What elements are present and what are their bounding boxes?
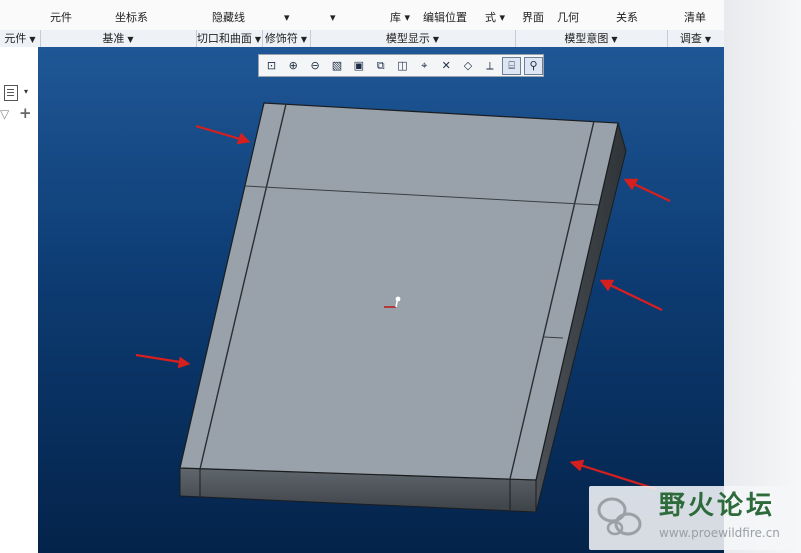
group-label: 模型意图 xyxy=(564,32,609,45)
zoom-in-icon[interactable]: ⊕ xyxy=(284,57,303,75)
group-label: 元件 xyxy=(4,32,27,45)
ribbon-group-bar: 元件 ▼ 基准 ▼ 切口和曲面 ▼ 修饰符 ▼ 模型显示 ▼ 模型意图 ▼ 调查 ▼ xyxy=(0,30,724,48)
forum-watermark: 野火论坛 www.proewildfire.cn xyxy=(589,486,795,550)
ribbon-item[interactable]: 关系 xyxy=(616,12,638,24)
ribbon-item[interactable]: 编辑位置 xyxy=(423,12,467,24)
ribbon-item[interactable]: 清单 xyxy=(684,12,706,24)
chevron-down-icon: ▼ xyxy=(29,35,36,44)
datum-plane-icon[interactable]: ◇ xyxy=(459,57,478,75)
chevron-down-icon: ▼ xyxy=(432,35,440,44)
refit-icon[interactable]: ⊡ xyxy=(262,57,281,75)
arrow-top-left xyxy=(195,124,251,145)
spin-center-icon[interactable]: ⚲ xyxy=(524,56,543,75)
zoom-out-icon[interactable]: ⊖ xyxy=(306,57,325,75)
datum-display-icon[interactable]: ⌖ xyxy=(415,57,434,75)
ribbon-item[interactable]: 坐标系 xyxy=(115,12,148,24)
ribbon-item[interactable]: 几何 xyxy=(557,12,579,24)
arrow-top-right xyxy=(623,178,671,202)
csys-origin xyxy=(395,296,401,302)
group-label: 切口和曲面 xyxy=(196,32,252,45)
group-label: 模型显示 xyxy=(385,32,430,45)
filter-icon[interactable]: ▽ xyxy=(0,107,9,121)
model-canvas xyxy=(135,102,671,513)
right-margin xyxy=(724,0,801,553)
group-modifiers[interactable]: 修饰符 ▼ xyxy=(262,30,311,47)
group-cut-surface[interactable]: 切口和曲面 ▼ xyxy=(196,30,263,47)
ribbon-item[interactable]: ▾ xyxy=(330,12,336,24)
arrow-bottom-right xyxy=(569,459,657,491)
datum-axis-icon[interactable]: ✕ xyxy=(437,57,456,75)
add-icon[interactable]: + xyxy=(19,104,32,122)
repaint-icon[interactable]: ▧ xyxy=(328,57,347,75)
display-style-icon[interactable]: ▣ xyxy=(349,57,368,75)
chevron-down-icon: ▼ xyxy=(127,35,134,44)
tree-settings-icon[interactable] xyxy=(4,85,18,101)
ribbon-command-row: 元件 坐标系 隐藏线 ▾ ▾ 库 ▾ 编辑位置 式 ▾ 界面 几何 关系 清单 xyxy=(0,0,724,31)
chevron-down-icon: ▼ xyxy=(254,35,262,44)
ribbon-item[interactable]: ▾ xyxy=(284,12,290,24)
annotation-display-icon[interactable]: ⌸ xyxy=(502,56,522,75)
chevron-down-icon: ▼ xyxy=(611,35,618,44)
ribbon-item[interactable]: 库 ▾ xyxy=(390,12,410,24)
chevron-down-icon[interactable]: ▾ xyxy=(24,87,28,96)
saved-orientations-icon[interactable]: ⧉ xyxy=(371,57,390,75)
view-manager-icon[interactable]: ◫ xyxy=(393,57,412,75)
group-label: 调查 xyxy=(679,32,702,45)
csys-display-icon[interactable]: ⟂ xyxy=(480,57,499,75)
chevron-down-icon: ▼ xyxy=(300,35,308,44)
ribbon-item[interactable]: 界面 xyxy=(522,12,544,24)
arrow-left xyxy=(135,353,191,369)
group-investigate[interactable]: 调查 ▼ xyxy=(667,30,724,47)
butterfly-logo-icon xyxy=(597,497,642,536)
group-components[interactable]: 元件 ▼ xyxy=(0,30,41,47)
chevron-down-icon: ▼ xyxy=(704,35,712,44)
view-toolbar: ⊡ ⊕ ⊖ ▧ ▣ ⧉ ◫ ⌖ ✕ ◇ ⟂ ⌸ ⚲ xyxy=(258,54,544,77)
group-model-display[interactable]: 模型显示 ▼ xyxy=(310,30,516,47)
ribbon-item[interactable]: 隐藏线 xyxy=(212,12,245,24)
ribbon-item[interactable]: 元件 xyxy=(50,12,72,24)
ribbon-item[interactable]: 式 ▾ xyxy=(485,12,505,24)
watermark-url: www.proewildfire.cn xyxy=(659,526,780,540)
group-label: 基准 xyxy=(102,32,125,45)
model-tree-panel: ▾ ▽ + xyxy=(0,47,39,553)
group-model-intent[interactable]: 模型意图 ▼ xyxy=(515,30,668,47)
graphics-viewport[interactable]: ⊡ ⊕ ⊖ ▧ ▣ ⧉ ◫ ⌖ ✕ ◇ ⟂ ⌸ ⚲ xyxy=(38,47,724,553)
watermark-title: 野火论坛 xyxy=(659,491,776,521)
arrow-mid-right xyxy=(599,279,663,311)
group-label: 修饰符 xyxy=(264,32,298,45)
group-datum[interactable]: 基准 ▼ xyxy=(40,30,197,47)
